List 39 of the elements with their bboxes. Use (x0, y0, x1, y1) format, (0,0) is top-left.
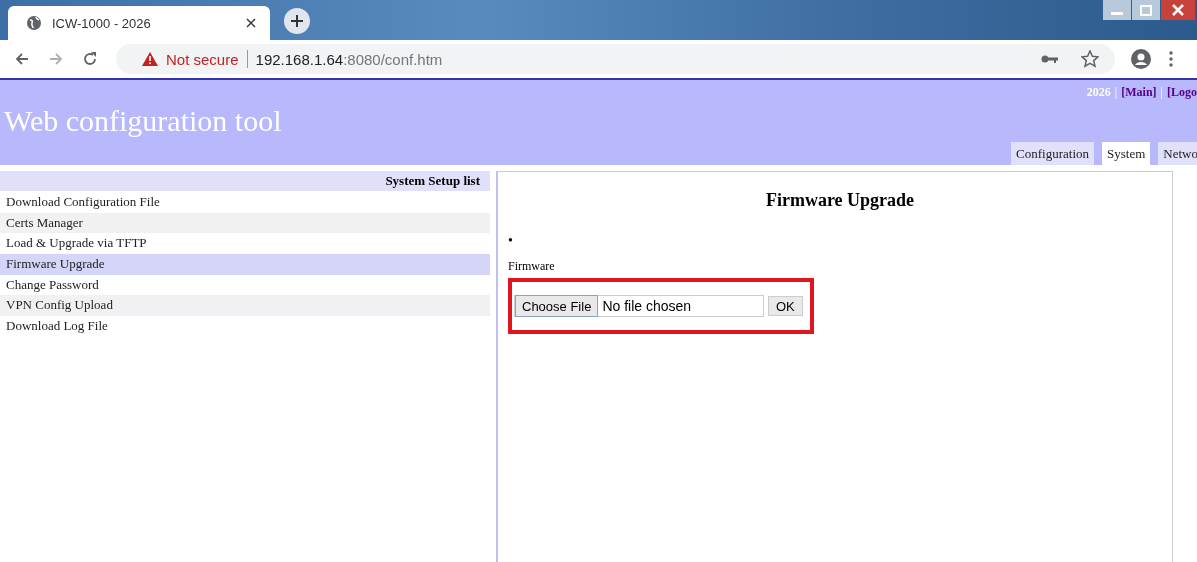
sidebar-heading: System Setup list (0, 171, 490, 191)
nav-tab[interactable]: System (1102, 142, 1151, 165)
key-icon[interactable] (1041, 54, 1059, 64)
nav-tab[interactable]: Configuration (1011, 142, 1095, 165)
account-icon[interactable] (1131, 49, 1151, 69)
separator: | (1114, 85, 1118, 100)
url-text[interactable]: 192.168.1.64:8080/conf.htm (255, 50, 443, 68)
section-title: Firmware Upgrade (764, 190, 916, 211)
browser-tab[interactable]: ICW-1000 - 2026 (8, 6, 270, 40)
nav-tab[interactable]: Netwo (1158, 142, 1197, 165)
ok-button[interactable]: OK (768, 296, 803, 316)
menu-icon[interactable] (1169, 51, 1173, 67)
separator: | (1160, 85, 1163, 100)
sidebar-item[interactable]: Download Log File (0, 316, 490, 337)
sidebar-item[interactable]: Change Password (0, 274, 490, 296)
file-status: No file chosen (601, 298, 692, 314)
security-label[interactable]: Not secure (166, 50, 239, 68)
choose-file-button[interactable]: Choose File (515, 295, 599, 317)
address-bar[interactable]: Not secure 192.168.1.64:8080/conf.htm (116, 44, 1115, 74)
reload-icon[interactable] (82, 51, 98, 67)
new-tab-icon[interactable] (284, 8, 310, 34)
globe-icon (26, 15, 42, 31)
back-icon[interactable] (14, 51, 30, 67)
sidebar-item[interactable]: VPN Config Upload (0, 295, 490, 317)
bullet: • (508, 233, 514, 249)
sidebar-item[interactable]: Firmware Upgrade (0, 254, 490, 275)
star-icon[interactable] (1081, 50, 1099, 68)
sidebar-item[interactable]: Download Configuration File (0, 192, 490, 213)
tab-title: ICW-1000 - 2026 (52, 15, 152, 31)
warning-icon (142, 52, 158, 66)
header-link[interactable]: [Main] (1121, 85, 1157, 100)
sidebar-item[interactable]: Certs Manager (0, 212, 490, 234)
close-icon[interactable] (246, 18, 256, 28)
header-label: 2026 (1086, 85, 1111, 100)
header-link[interactable]: [Logo (1167, 85, 1197, 100)
field-label: Firmware (508, 259, 556, 274)
page-title: Web configuration tool (3, 104, 283, 138)
sidebar-item[interactable]: Load & Upgrade via TFTP (0, 233, 490, 255)
file-input[interactable]: Choose File No file chosen (514, 295, 764, 317)
